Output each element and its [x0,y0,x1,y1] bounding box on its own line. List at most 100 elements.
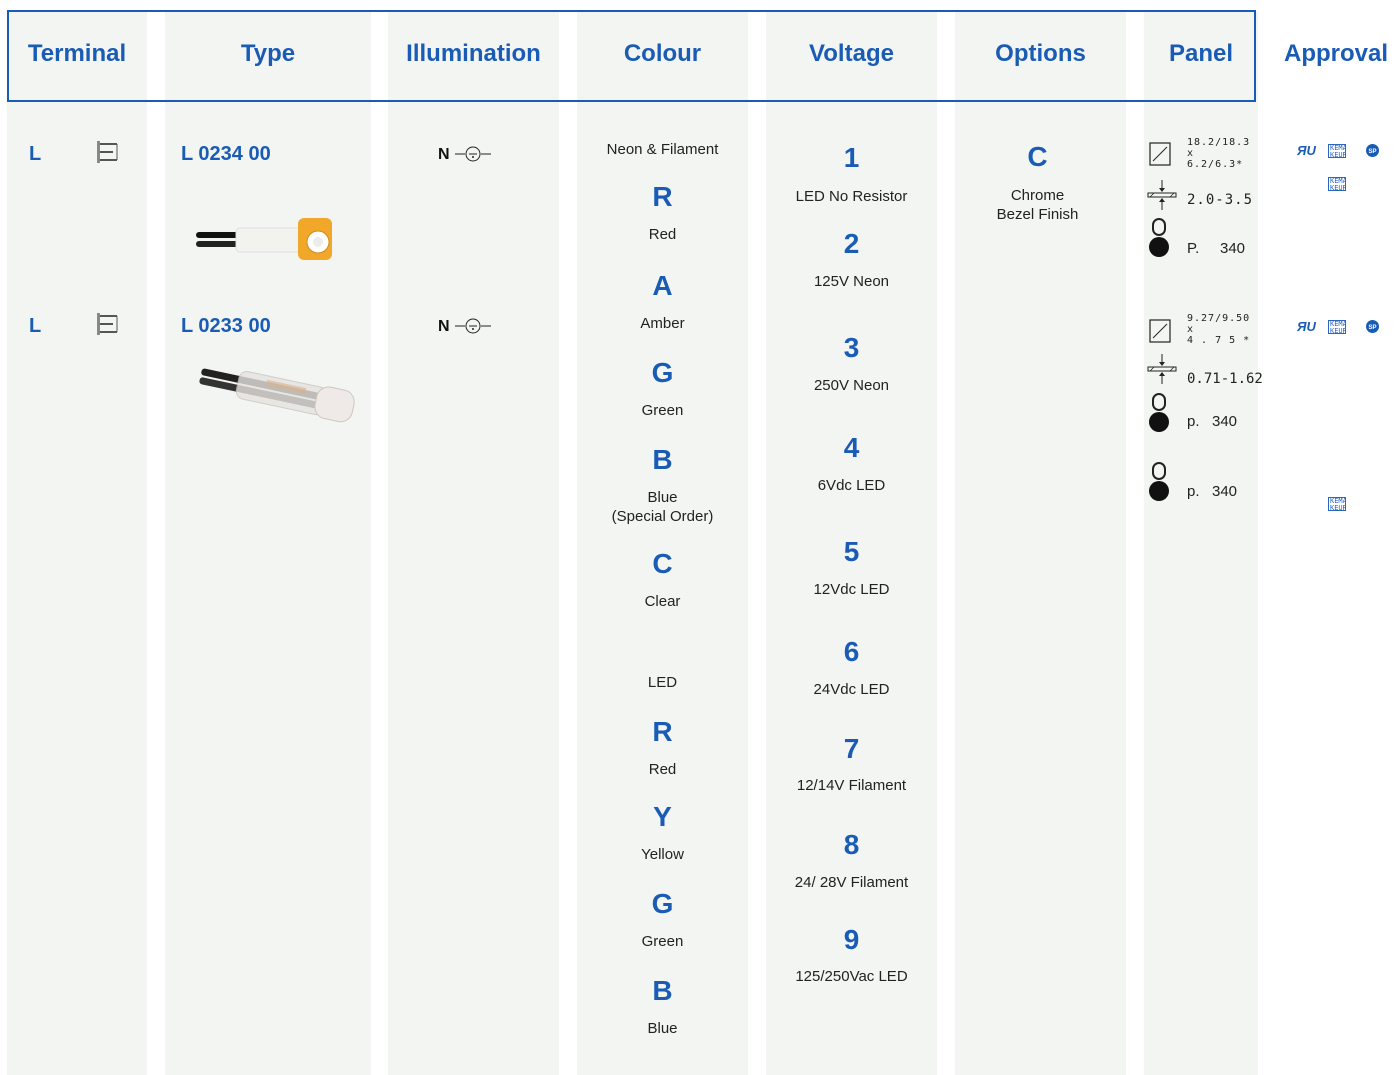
colour-name: Green [641,933,684,950]
panel-thickness-icon [1146,354,1178,389]
bulb-page-ref-icon [1148,393,1170,440]
product-type: L 0233 00 [181,315,271,337]
colour-code: G [651,357,674,388]
panel-thickness: 2.0-3.5 [1187,192,1254,208]
panel-cutout-icon [1148,318,1174,349]
header-voltage: Voltage [809,40,894,67]
voltage-code: 1 [843,142,860,173]
csa-icon: SP [1365,143,1380,163]
product-photo [196,366,358,433]
csa-icon: SP [1365,319,1380,339]
page-ref: 340 [1212,413,1238,430]
cutout-line: 4 . 7 5 * [1187,335,1251,346]
bulb-page-ref-icon [1148,462,1170,509]
svg-text:ЯU: ЯU [1297,143,1316,157]
terminal-pins-icon [97,141,123,168]
page-ref: 340 [1220,240,1246,257]
colour-name: Amber [640,315,685,332]
voltage-label: 125V Neon [813,273,890,290]
colour-note: (Special Order) [611,508,714,525]
header-type: Type [240,40,296,67]
colour-name: Red [648,226,677,243]
cutout-line: x [1187,324,1195,335]
cutout-line: 18.2/18.3 [1187,137,1251,148]
voltage-code: 8 [843,829,860,860]
illumination-code: N [438,318,450,335]
option-code: C [1027,141,1048,172]
colour-name: Green [641,402,684,419]
voltage-label: 12/14V Filament [796,777,907,794]
terminal-code: L [29,143,42,165]
colour-group-title: LED [647,674,678,691]
colour-name: Yellow [641,846,684,863]
header-illumination: Illumination [406,40,541,67]
voltage-label: 250V Neon [813,377,890,394]
voltage-label: 24/ 28V Filament [794,874,909,891]
page-ref-prefix: p. [1187,413,1200,430]
colour-code: B [652,444,673,475]
svg-text:ЯU: ЯU [1297,319,1316,333]
panel-cutout-size: 9.27/9.50 x 4 . 7 5 * [1187,313,1250,346]
product-type: L 0234 00 [181,143,271,165]
colour-code: R [652,716,673,747]
voltage-label: 125/250Vac LED [795,968,908,985]
colour-code: C [652,548,673,579]
ur-recognized-icon: ЯU [1296,319,1321,338]
header-colour: Colour [623,40,702,67]
colour-name: Blue [647,489,678,506]
kema-keur-icon: KEMA KEUR [1328,144,1346,158]
terminal-pins-icon [97,313,123,340]
svg-text:SP: SP [1368,149,1376,155]
cutout-line: 9.27/9.50 [1187,313,1251,324]
cutout-line: 6.2/6.3* [1187,159,1244,170]
voltage-label: 12Vdc LED [813,581,890,598]
voltage-code: 2 [843,228,860,259]
colour-code: G [651,888,674,919]
kema-keur-icon: KEMA KEUR [1328,497,1346,511]
voltage-code: 5 [843,536,860,567]
column-type-bg [165,12,371,1075]
panel-cutout-icon [1148,141,1174,172]
kema-keur-icon: KEMA KEUR [1328,177,1346,191]
ur-recognized-icon: ЯU [1296,143,1321,162]
voltage-code: 7 [843,733,860,764]
page-ref-prefix: P. [1187,240,1200,257]
voltage-code: 4 [843,432,860,463]
kema-keur-icon: KEMA KEUR [1328,320,1346,334]
colour-code: R [652,181,673,212]
colour-group-title: Neon & Filament [606,141,719,158]
svg-text:SP: SP [1368,325,1376,331]
voltage-code: 6 [843,636,860,667]
voltage-label: 24Vdc LED [813,681,890,698]
panel-cutout-size: 18.2/18.3 x 6.2/6.3* [1187,137,1250,170]
colour-code: Y [653,801,672,832]
bulb-page-ref-icon [1148,218,1170,265]
cutout-line: x [1187,148,1195,159]
option-label-line1: Chrome [1010,187,1065,204]
product-photo [196,210,336,275]
voltage-label: 6Vdc LED [817,477,886,494]
header-panel: Panel [1168,40,1234,67]
column-illumination-bg [388,12,559,1075]
voltage-label: LED No Resistor [795,188,908,205]
column-terminal-bg [7,12,147,1075]
panel-thickness: 0.71-1.62 [1187,371,1263,387]
voltage-code: 3 [843,332,860,363]
page-ref-prefix: p. [1187,483,1200,500]
colour-code: A [652,270,673,301]
colour-name: Red [648,761,677,778]
illumination-code: N [438,146,450,163]
panel-thickness-icon [1146,180,1178,215]
header-terminal: Terminal [27,40,127,67]
colour-name: Blue [647,1020,678,1037]
page-ref: 340 [1212,483,1238,500]
header-options: Options [995,40,1086,67]
option-label-line2: Bezel Finish [996,206,1079,223]
terminal-code: L [29,315,42,337]
header-approval: Approval [1284,40,1389,67]
voltage-code: 9 [843,924,860,955]
colour-code: B [652,975,673,1006]
colour-name: Clear [644,593,681,610]
neon-lamp-icon [455,316,493,341]
neon-lamp-icon [455,144,493,169]
